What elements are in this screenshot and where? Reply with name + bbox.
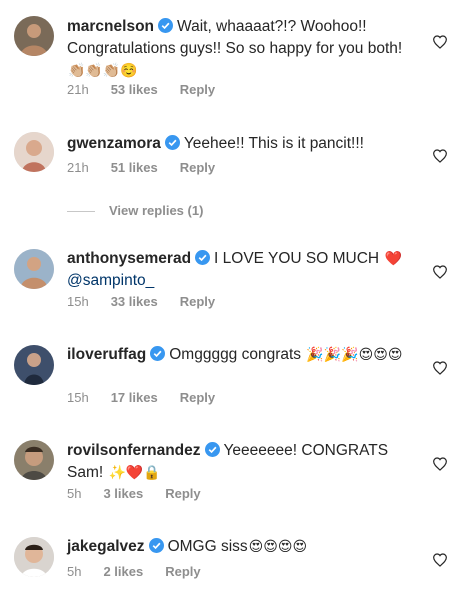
username[interactable]: gwenzamora <box>67 135 161 152</box>
reply-button[interactable]: Reply <box>165 486 200 502</box>
view-replies-label: View replies (1) <box>109 203 204 218</box>
comment-body: rovilsonfernandez Yeeeeeee! CONGRATS Sam!… <box>67 440 407 484</box>
avatar[interactable] <box>14 537 54 577</box>
heart-outline-icon[interactable] <box>432 34 448 50</box>
comment-meta: 21h 53 likes Reply <box>67 82 237 98</box>
avatar[interactable] <box>14 345 54 385</box>
comment-text: OMGG siss <box>167 538 248 555</box>
comment-text: Omggggg congrats <box>169 346 302 363</box>
username[interactable]: rovilsonfernandez <box>67 442 201 459</box>
heart-outline-icon[interactable] <box>432 360 448 376</box>
verified-badge-icon <box>148 538 164 553</box>
mention-link[interactable]: @sampinto_ <box>67 272 154 289</box>
timestamp[interactable]: 5h <box>67 564 81 580</box>
emoji: 😍😍😍😍 <box>248 539 308 555</box>
likes-count[interactable]: 53 likes <box>111 82 158 98</box>
username[interactable]: jakegalvez <box>67 538 145 555</box>
comment-body: anthonysemerad I LOVE YOU SO MUCH ❤️ @sam… <box>67 248 407 292</box>
emoji: ✨❤️🔒 <box>108 465 161 481</box>
reply-button[interactable]: Reply <box>165 564 200 580</box>
timestamp[interactable]: 15h <box>67 390 89 406</box>
comment-meta: 15h 17 likes Reply <box>67 390 237 406</box>
reply-button[interactable]: Reply <box>180 82 215 98</box>
timestamp[interactable]: 21h <box>67 82 89 98</box>
divider <box>67 211 95 213</box>
verified-badge-icon <box>204 442 220 457</box>
likes-count[interactable]: 33 likes <box>111 294 158 310</box>
avatar[interactable] <box>14 440 54 480</box>
username[interactable]: anthonysemerad <box>67 250 191 267</box>
emoji: 🎉🎉🎉😍😍😍 <box>306 347 403 363</box>
likes-count[interactable]: 17 likes <box>111 390 158 406</box>
heart-outline-icon[interactable] <box>432 264 448 280</box>
comment-meta: 15h 33 likes Reply <box>67 294 237 310</box>
timestamp[interactable]: 15h <box>67 294 89 310</box>
avatar[interactable] <box>14 16 54 56</box>
heart-outline-icon[interactable] <box>432 552 448 568</box>
username[interactable]: iloveruffag <box>67 346 146 363</box>
comment-meta: 21h 51 likes Reply <box>67 160 237 176</box>
verified-badge-icon <box>150 346 166 361</box>
heart-outline-icon[interactable] <box>432 148 448 164</box>
reply-button[interactable]: Reply <box>180 294 215 310</box>
comment-text: I LOVE YOU SO MUCH <box>214 250 380 267</box>
comment-text: Yeehee!! This is it pancit!!! <box>183 135 364 152</box>
comment-meta: 5h 2 likes Reply <box>67 564 223 580</box>
avatar[interactable] <box>14 249 54 289</box>
verified-badge-icon <box>158 18 174 33</box>
likes-count[interactable]: 2 likes <box>103 564 143 580</box>
avatar[interactable] <box>14 132 54 172</box>
heart-outline-icon[interactable] <box>432 456 448 472</box>
comment-body: iloveruffag Omggggg congrats 🎉🎉🎉😍😍😍 <box>67 344 407 366</box>
comment-body: gwenzamora Yeehee!! This is it pancit!!! <box>67 133 407 155</box>
comment-body: jakegalvez OMGG siss😍😍😍😍 <box>67 536 407 558</box>
timestamp[interactable]: 21h <box>67 160 89 176</box>
username[interactable]: marcnelson <box>67 18 154 35</box>
timestamp[interactable]: 5h <box>67 486 81 502</box>
verified-badge-icon <box>164 135 180 150</box>
view-replies-button[interactable]: View replies (1) <box>67 203 203 219</box>
likes-count[interactable]: 3 likes <box>103 486 143 502</box>
likes-count[interactable]: 51 likes <box>111 160 158 176</box>
reply-button[interactable]: Reply <box>180 390 215 406</box>
reply-button[interactable]: Reply <box>180 160 215 176</box>
comment-meta: 5h 3 likes Reply <box>67 486 223 502</box>
verified-badge-icon <box>195 250 211 265</box>
emoji: 👏🏼👏🏼👏🏼☺️ <box>68 63 138 79</box>
comment-body: marcnelson Wait, whaaaat?!? Woohoo!! Cong… <box>67 16 407 82</box>
emoji: ❤️ <box>384 251 402 267</box>
